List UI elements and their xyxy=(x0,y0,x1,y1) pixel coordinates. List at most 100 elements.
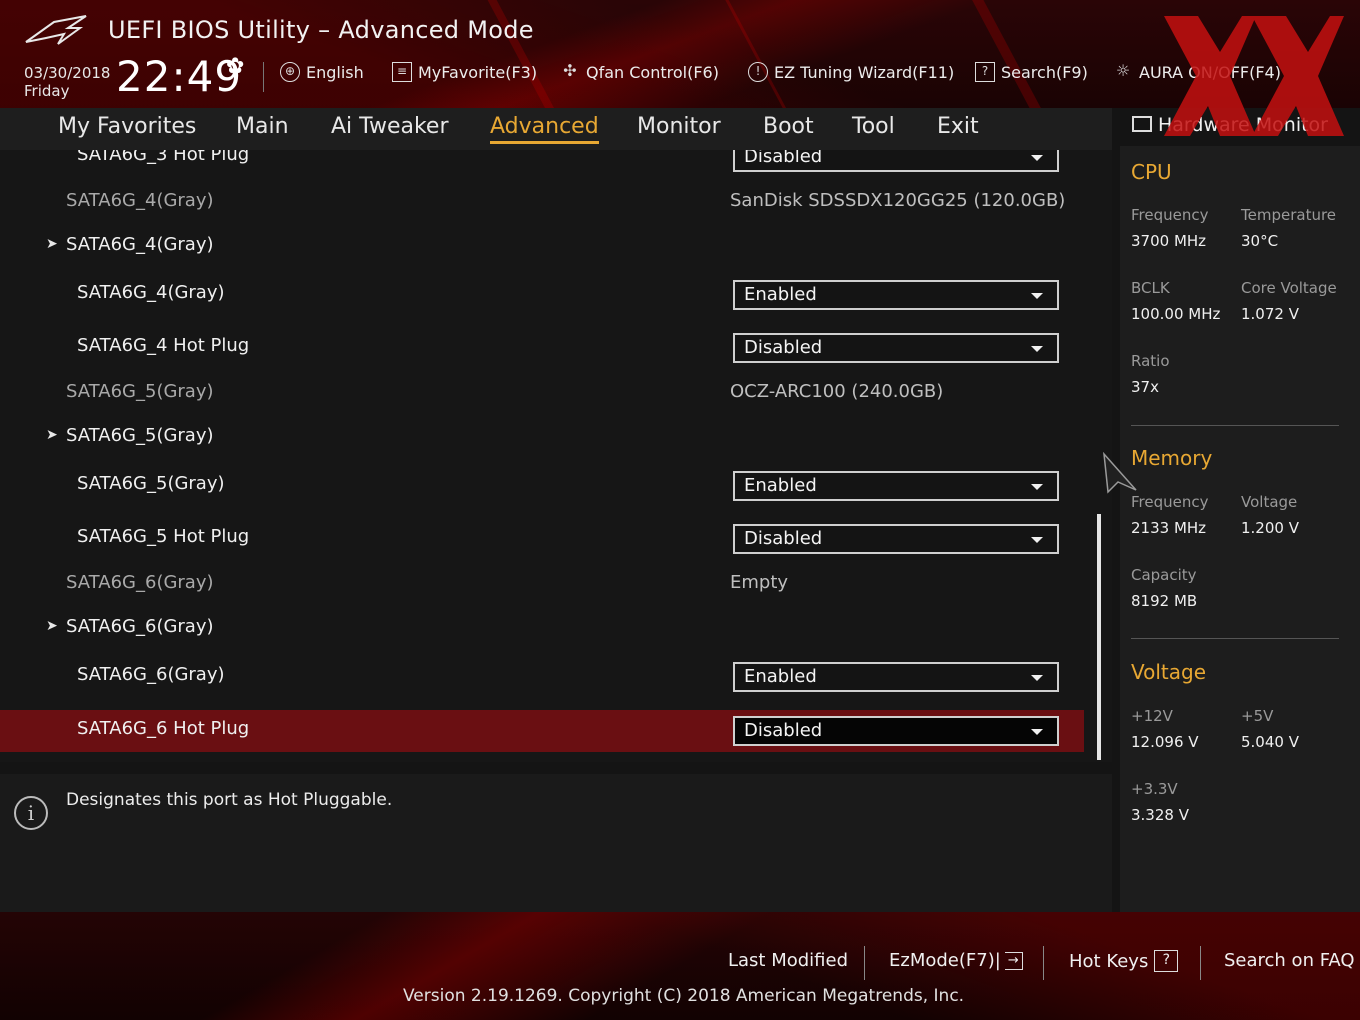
setting-label: SATA6G_5(Gray) xyxy=(77,473,225,494)
capacity-value: 8192 MB xyxy=(1131,592,1198,610)
header-divider xyxy=(263,62,264,92)
footer-divider xyxy=(1043,946,1044,980)
setting-row-sata6g5-enable[interactable]: SATA6G_5(Gray) Enabled xyxy=(0,467,1084,505)
help-text: Designates this port as Hot Pluggable. xyxy=(66,790,393,810)
submenu-row-sata6g4[interactable]: ➤ SATA6G_4(Gray) xyxy=(0,230,1084,262)
v12-value: 12.096 V xyxy=(1131,733,1199,751)
mouse-cursor-icon xyxy=(1103,452,1137,494)
memory-heading: Memory xyxy=(1131,446,1213,470)
language-button[interactable]: ⊕ English xyxy=(280,62,364,82)
hot-keys-button[interactable]: Hot Keys ? xyxy=(1069,950,1179,972)
tab-main[interactable]: Main xyxy=(236,114,289,139)
v12-label: +12V xyxy=(1131,707,1173,725)
hotplug-dropdown[interactable]: Disabled xyxy=(733,150,1059,172)
submenu-row-sata6g6[interactable]: ➤ SATA6G_6(Gray) xyxy=(0,612,1084,644)
decor-slash xyxy=(958,0,1072,108)
day-text: Friday xyxy=(24,82,70,100)
settings-list: SATA6G_3 Hot Plug Disabled SATA6G_4(Gray… xyxy=(0,150,1112,762)
hot-keys-label: Hot Keys xyxy=(1069,950,1149,972)
v5-value: 5.040 V xyxy=(1241,733,1299,751)
fan-icon: ✣ xyxy=(563,61,577,80)
setting-row-sata6g4-hotplug[interactable]: SATA6G_4 Hot Plug Disabled xyxy=(0,329,1084,367)
port-enable-dropdown[interactable]: Enabled xyxy=(733,471,1059,501)
lightbulb-icon: ! xyxy=(748,62,768,82)
chevron-down-icon xyxy=(1031,155,1043,161)
ez-tuning-wizard-button[interactable]: ! EZ Tuning Wizard(F11) xyxy=(748,62,954,82)
submenu-label: SATA6G_6(Gray) xyxy=(66,616,214,637)
search-button[interactable]: ? Search(F9) xyxy=(975,62,1088,82)
hotplug-dropdown[interactable]: Disabled xyxy=(733,524,1059,554)
bclk-value: 100.00 MHz xyxy=(1131,305,1221,323)
tab-tool[interactable]: Tool xyxy=(852,114,895,139)
info-row-sata6g5: SATA6G_5(Gray) OCZ-ARC100 (240.0GB) xyxy=(0,377,1084,409)
cpu-frequency-label: Frequency xyxy=(1131,206,1209,224)
chevron-down-icon xyxy=(1031,675,1043,681)
tab-monitor[interactable]: Monitor xyxy=(637,114,721,139)
section-divider xyxy=(1131,425,1339,426)
port-label: SATA6G_6(Gray) xyxy=(66,572,214,593)
port-enable-dropdown[interactable]: Enabled xyxy=(733,662,1059,692)
tab-ai-tweaker[interactable]: Ai Tweaker xyxy=(331,114,449,139)
v33-label: +3.3V xyxy=(1131,780,1178,798)
search-faq-button[interactable]: Search on FAQ xyxy=(1224,950,1355,971)
capacity-label: Capacity xyxy=(1131,566,1197,584)
dropdown-value: Enabled xyxy=(744,475,817,496)
tab-exit[interactable]: Exit xyxy=(937,114,979,139)
cpu-temperature-value: 30°C xyxy=(1241,232,1279,250)
dropdown-value: Enabled xyxy=(744,284,817,305)
setting-row-sata6g6-enable[interactable]: SATA6G_6(Gray) Enabled xyxy=(0,658,1084,696)
info-row-sata6g4: SATA6G_4(Gray) SanDisk SDSSDX120GG25 (12… xyxy=(0,186,1084,218)
cpu-heading: CPU xyxy=(1131,160,1172,184)
ezmode-button[interactable]: EzMode(F7)| → xyxy=(889,950,1023,971)
port-enable-dropdown[interactable]: Enabled xyxy=(733,280,1059,310)
setting-label: SATA6G_4(Gray) xyxy=(77,282,225,303)
submenu-row-sata6g5[interactable]: ➤ SATA6G_5(Gray) xyxy=(0,421,1084,453)
clock-time: 22:49 xyxy=(116,52,243,101)
section-divider xyxy=(1131,638,1339,639)
tab-boot[interactable]: Boot xyxy=(763,114,814,139)
qfan-control-button[interactable]: ✣ Qfan Control(F6) xyxy=(560,62,719,82)
submenu-label: SATA6G_4(Gray) xyxy=(66,234,214,255)
myfavorite-label: MyFavorite(F3) xyxy=(418,62,538,82)
ezmode-label: EzMode(F7)| xyxy=(889,950,1001,971)
setting-row-sata6g5-hotplug[interactable]: SATA6G_5 Hot Plug Disabled xyxy=(0,520,1084,558)
hardware-monitor-panel: Hardware Monitor CPU Frequency Temperatu… xyxy=(1120,108,1360,912)
ratio-value: 37x xyxy=(1131,378,1159,396)
submenu-arrow-icon: ➤ xyxy=(46,427,58,443)
favorite-list-icon: ≡ xyxy=(392,62,412,82)
header-bar: UEFI BIOS Utility – Advanced Mode 03/30/… xyxy=(0,0,1360,108)
hotplug-dropdown[interactable]: Disabled xyxy=(733,333,1059,363)
tab-my-favorites[interactable]: My Favorites xyxy=(58,114,196,139)
aura-light-icon: ☼ xyxy=(1115,61,1131,80)
main-tab-bar: My Favorites Main Ai Tweaker Advanced Mo… xyxy=(0,108,1112,150)
cpu-temperature-label: Temperature xyxy=(1241,206,1337,224)
footer-divider xyxy=(864,946,865,980)
setting-label: SATA6G_5 Hot Plug xyxy=(77,526,250,547)
exit-arrow-icon: → xyxy=(1004,951,1023,970)
ratio-label: Ratio xyxy=(1131,352,1170,370)
port-label: SATA6G_4(Gray) xyxy=(66,190,214,211)
setting-label: SATA6G_6(Gray) xyxy=(77,664,225,685)
hotplug-dropdown[interactable]: Disabled xyxy=(733,716,1059,746)
setting-row-sata6g3-hotplug[interactable]: SATA6G_3 Hot Plug Disabled xyxy=(0,150,1084,178)
watermark-logo xyxy=(1164,16,1344,136)
setting-row-sata6g6-hotplug[interactable]: SATA6G_6 Hot Plug Disabled xyxy=(0,710,1084,752)
port-label: SATA6G_5(Gray) xyxy=(66,381,214,402)
setting-row-sata6g4-enable[interactable]: SATA6G_4(Gray) Enabled xyxy=(0,276,1084,314)
footer-bar: Last Modified EzMode(F7)| → Hot Keys ? S… xyxy=(0,912,1360,1020)
memory-frequency-label: Frequency xyxy=(1131,493,1209,511)
app-title: UEFI BIOS Utility – Advanced Mode xyxy=(108,16,534,44)
last-modified-button[interactable]: Last Modified xyxy=(728,950,848,971)
chevron-down-icon xyxy=(1031,293,1043,299)
gear-icon[interactable]: ✿ xyxy=(226,54,244,79)
dropdown-value: Disabled xyxy=(744,150,823,167)
globe-icon: ⊕ xyxy=(280,62,300,82)
list-scrollbar[interactable] xyxy=(1097,514,1101,760)
tab-advanced[interactable]: Advanced xyxy=(490,114,599,144)
device-value: SanDisk SDSSDX120GG25 (120.0GB) xyxy=(730,190,1066,211)
device-value: Empty xyxy=(730,572,789,593)
qfan-label: Qfan Control(F6) xyxy=(586,62,719,82)
chevron-down-icon xyxy=(1031,729,1043,735)
myfavorite-button[interactable]: ≡ MyFavorite(F3) xyxy=(392,62,537,82)
core-voltage-label: Core Voltage xyxy=(1241,279,1337,297)
